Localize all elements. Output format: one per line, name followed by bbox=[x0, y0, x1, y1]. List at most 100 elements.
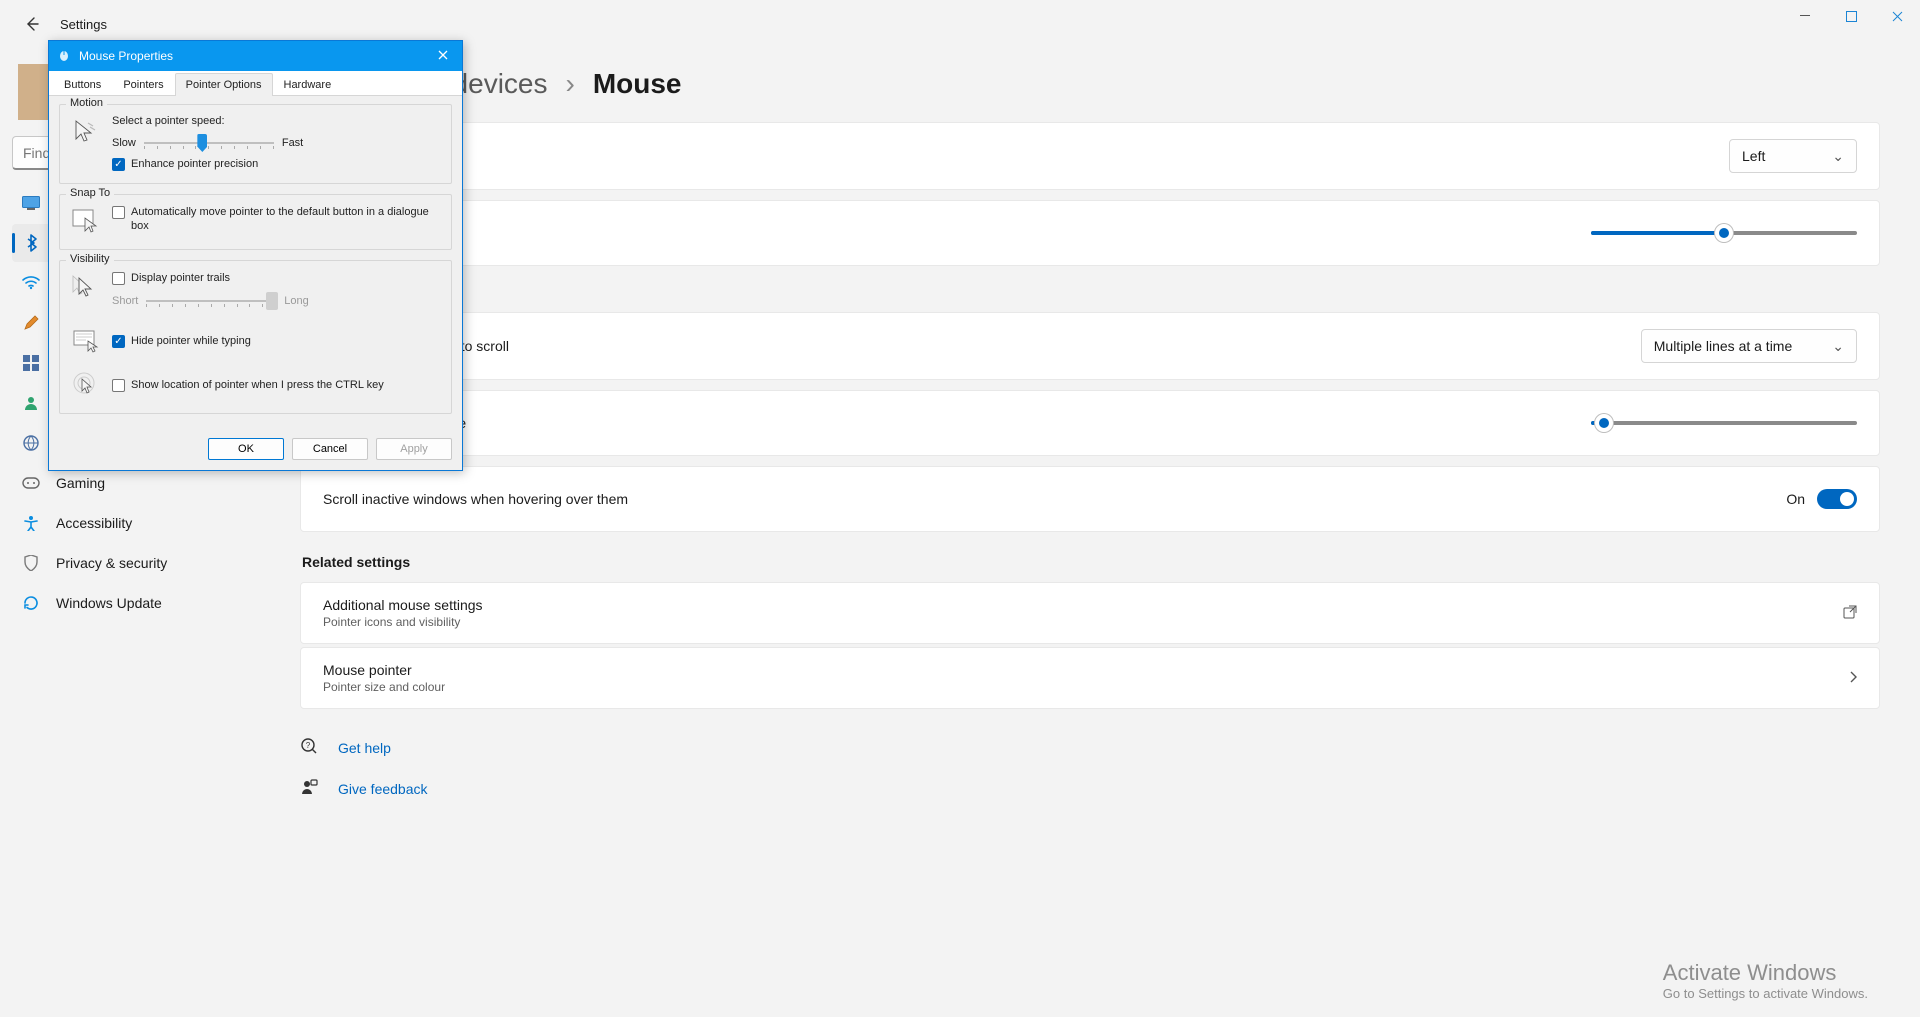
pointer-speed-slider[interactable] bbox=[1591, 231, 1857, 235]
link-label: Give feedback bbox=[338, 781, 428, 797]
pointer-speed-legacy-slider[interactable] bbox=[144, 142, 274, 144]
checkbox-icon bbox=[112, 379, 125, 392]
pointer-trails-checkbox[interactable]: Display pointer trails bbox=[112, 271, 441, 285]
help-icon: ? bbox=[300, 737, 318, 758]
pointer-speed-row: Mouse pointer speed bbox=[300, 200, 1880, 266]
lines-scroll-row: Lines to scroll at a time bbox=[300, 390, 1880, 456]
slow-label: Slow bbox=[112, 137, 136, 149]
link-title: Additional mouse settings bbox=[323, 597, 483, 613]
dialog-close-button[interactable] bbox=[432, 47, 454, 65]
hide-typing-icon bbox=[70, 325, 102, 357]
breadcrumb-separator: › bbox=[566, 68, 575, 100]
roll-wheel-dropdown[interactable]: Multiple lines at a time ⌄ bbox=[1641, 329, 1857, 363]
dialog-tabs: Buttons Pointers Pointer Options Hardwar… bbox=[49, 71, 462, 96]
trails-length-slider bbox=[146, 300, 276, 302]
lines-scroll-slider[interactable] bbox=[1591, 421, 1857, 425]
breadcrumb: Bluetooth & devices › Mouse bbox=[300, 48, 1880, 122]
tab-hardware[interactable]: Hardware bbox=[273, 73, 343, 95]
system-icon bbox=[22, 194, 40, 212]
snap-icon bbox=[70, 205, 102, 237]
sidebar-item-label: Privacy & security bbox=[56, 555, 167, 571]
gamepad-icon bbox=[22, 474, 40, 492]
chevron-right-icon bbox=[1849, 670, 1857, 686]
apps-icon bbox=[22, 354, 40, 372]
window-title: Settings bbox=[60, 17, 107, 32]
sidebar-item-accessibility[interactable]: Accessibility bbox=[12, 504, 288, 542]
tab-pointer-options[interactable]: Pointer Options bbox=[175, 73, 273, 96]
enhance-precision-checkbox[interactable]: Enhance pointer precision bbox=[112, 157, 441, 171]
cancel-button[interactable]: Cancel bbox=[292, 438, 368, 460]
toggle-label: On bbox=[1786, 491, 1805, 507]
dialog-titlebar[interactable]: Mouse Properties bbox=[49, 41, 462, 71]
checkbox-label: Enhance pointer precision bbox=[131, 157, 258, 171]
sidebar-item-label: Accessibility bbox=[56, 515, 132, 531]
give-feedback-link[interactable]: Give feedback bbox=[300, 778, 1880, 799]
watermark-sub: Go to Settings to activate Windows. bbox=[1663, 986, 1868, 1001]
short-label: Short bbox=[112, 295, 138, 307]
trails-icon bbox=[70, 271, 102, 303]
apply-button[interactable]: Apply bbox=[376, 438, 452, 460]
sidebar-item-windows-update[interactable]: Windows Update bbox=[12, 584, 288, 622]
roll-wheel-row: Roll the mouse wheel to scroll Multiple … bbox=[300, 312, 1880, 380]
window-controls bbox=[1782, 0, 1920, 32]
globe-icon bbox=[22, 434, 40, 452]
motion-group: Motion Select a pointer speed: Slow Fast bbox=[59, 104, 452, 184]
wifi-icon bbox=[22, 274, 40, 292]
link-sub: Pointer size and colour bbox=[323, 680, 445, 694]
speed-label: Select a pointer speed: bbox=[112, 115, 441, 127]
pointer-speed-icon bbox=[70, 115, 102, 147]
shield-icon bbox=[22, 554, 40, 572]
mouse-properties-dialog: Mouse Properties Buttons Pointers Pointe… bbox=[48, 40, 463, 471]
checkbox-icon bbox=[112, 272, 125, 285]
group-legend: Motion bbox=[66, 97, 107, 109]
dropdown-value: Left bbox=[1742, 148, 1765, 164]
tab-pointers[interactable]: Pointers bbox=[112, 73, 174, 95]
tab-buttons[interactable]: Buttons bbox=[53, 73, 112, 95]
additional-mouse-settings-link[interactable]: Additional mouse settings Pointer icons … bbox=[300, 582, 1880, 644]
ctrl-show-location-checkbox[interactable]: Show location of pointer when I press th… bbox=[112, 378, 384, 392]
hover-scroll-toggle[interactable]: On bbox=[1786, 489, 1857, 509]
maximize-button[interactable] bbox=[1828, 0, 1874, 32]
scrolling-heading: Scrolling bbox=[302, 288, 1880, 304]
person-icon bbox=[22, 394, 40, 412]
mouse-icon bbox=[57, 48, 71, 65]
link-sub: Pointer icons and visibility bbox=[323, 615, 483, 629]
link-label: Get help bbox=[338, 740, 391, 756]
primary-button-dropdown[interactable]: Left ⌄ bbox=[1729, 139, 1857, 173]
fast-label: Fast bbox=[282, 137, 303, 149]
external-link-icon bbox=[1843, 605, 1857, 622]
mouse-pointer-link[interactable]: Mouse pointer Pointer size and colour bbox=[300, 647, 1880, 709]
snap-default-checkbox[interactable]: Automatically move pointer to the defaul… bbox=[112, 205, 441, 233]
main-content: Bluetooth & devices › Mouse Primary mous… bbox=[300, 48, 1920, 1017]
get-help-link[interactable]: ? Get help bbox=[300, 737, 1880, 758]
long-label: Long bbox=[284, 295, 308, 307]
link-title: Mouse pointer bbox=[323, 662, 445, 678]
snapto-group: Snap To Automatically move pointer to th… bbox=[59, 194, 452, 250]
hide-pointer-typing-checkbox[interactable]: Hide pointer while typing bbox=[112, 334, 251, 348]
checkbox-icon bbox=[112, 335, 125, 348]
watermark-title: Activate Windows bbox=[1663, 960, 1868, 986]
checkbox-label: Hide pointer while typing bbox=[131, 334, 251, 348]
feedback-icon bbox=[300, 778, 318, 799]
toggle-switch bbox=[1817, 489, 1857, 509]
checkbox-icon bbox=[112, 206, 125, 219]
sidebar-item-label: Windows Update bbox=[56, 595, 162, 611]
paintbrush-icon bbox=[22, 314, 40, 332]
accessibility-icon bbox=[22, 514, 40, 532]
breadcrumb-current: Mouse bbox=[593, 68, 682, 100]
back-button[interactable] bbox=[12, 4, 52, 44]
visibility-group: Visibility Display pointer trails Short bbox=[59, 260, 452, 414]
close-window-button[interactable] bbox=[1874, 0, 1920, 32]
sidebar-item-privacy[interactable]: Privacy & security bbox=[12, 544, 288, 582]
chevron-down-icon: ⌄ bbox=[1832, 148, 1844, 165]
checkbox-label: Display pointer trails bbox=[131, 271, 230, 285]
group-legend: Visibility bbox=[66, 253, 114, 265]
checkbox-label: Automatically move pointer to the defaul… bbox=[131, 205, 441, 233]
bluetooth-icon bbox=[22, 234, 40, 252]
svg-text:?: ? bbox=[306, 741, 311, 750]
minimize-button[interactable] bbox=[1782, 0, 1828, 32]
ctrl-locate-icon bbox=[70, 369, 102, 401]
primary-button-row: Primary mouse button Left ⌄ bbox=[300, 122, 1880, 190]
activation-watermark: Activate Windows Go to Settings to activ… bbox=[1663, 960, 1868, 1001]
ok-button[interactable]: OK bbox=[208, 438, 284, 460]
